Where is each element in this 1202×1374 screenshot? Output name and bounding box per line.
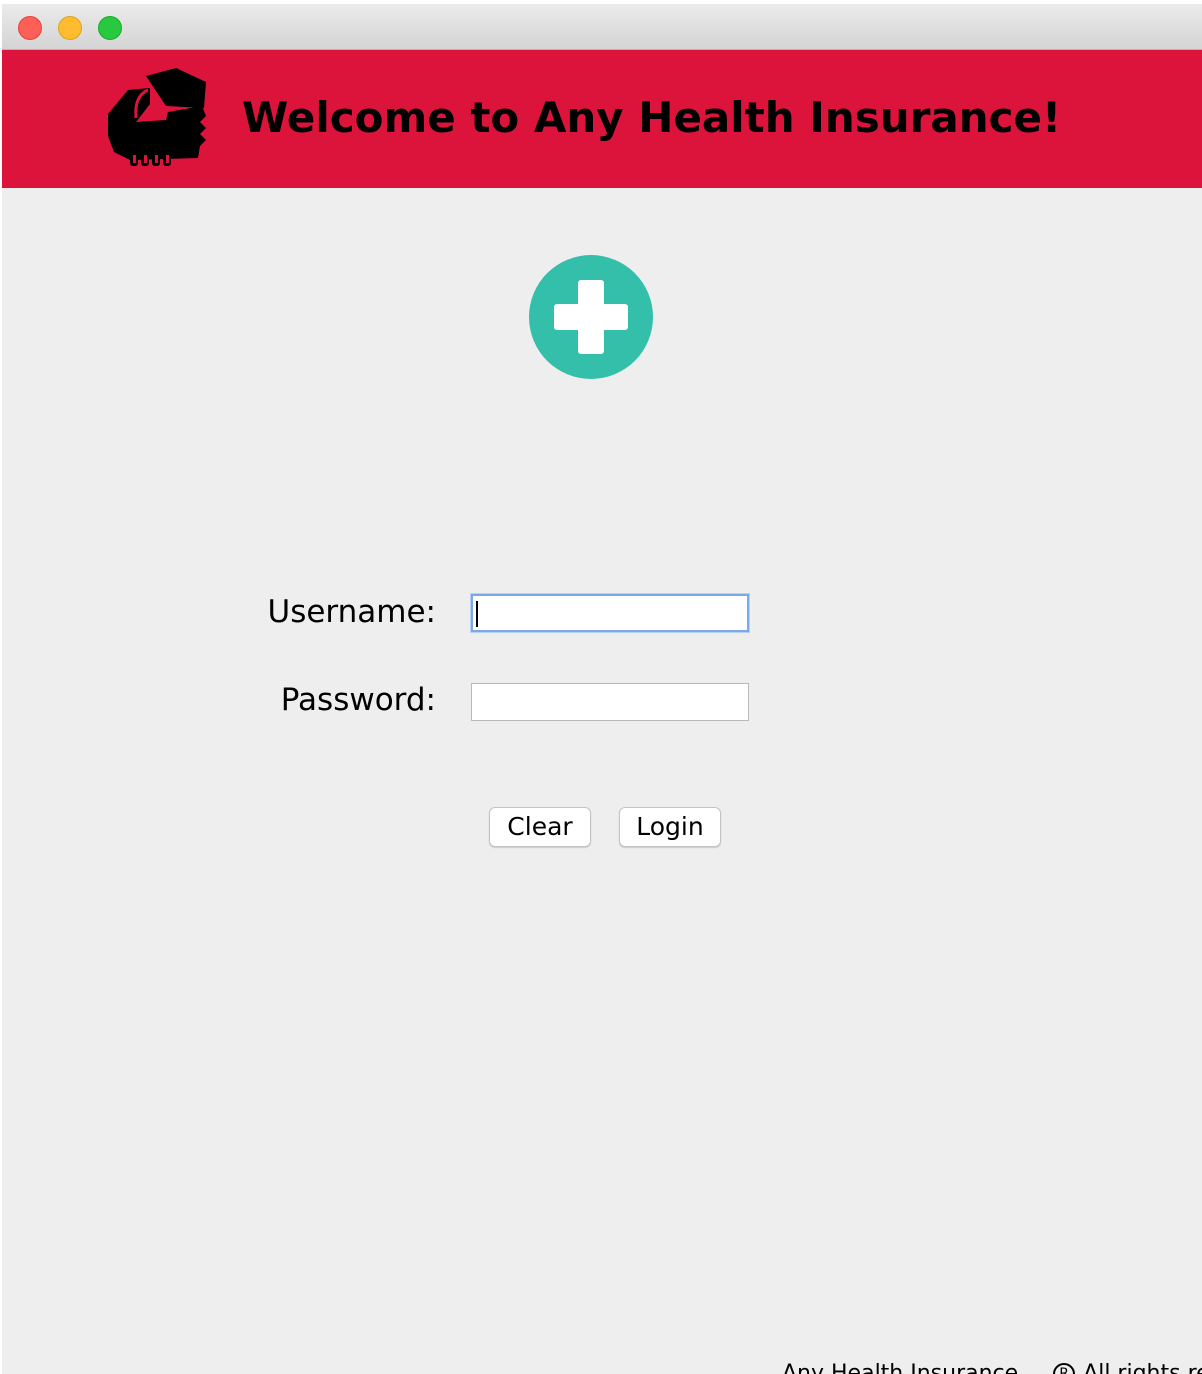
- header-banner: Welcome to Any Health Insurance!: [2, 50, 1202, 188]
- registered-mark-icon: R: [1053, 1363, 1076, 1374]
- close-window-button[interactable]: [18, 16, 42, 40]
- password-label: Password:: [280, 682, 436, 718]
- footer-copyright: Any Health Insurance R All rights reserve…: [782, 1360, 1202, 1374]
- username-input[interactable]: [471, 594, 749, 632]
- minimize-window-button[interactable]: [58, 16, 82, 40]
- text-caret: [476, 601, 478, 627]
- username-label: Username:: [267, 594, 436, 630]
- password-input[interactable]: [471, 683, 749, 721]
- footer-rights: All rights reserved.: [1083, 1361, 1202, 1374]
- app-window: Welcome to Any Health Insurance! Usernam…: [2, 4, 1202, 1374]
- window-titlebar: [2, 4, 1202, 50]
- zoom-window-button[interactable]: [98, 16, 122, 40]
- login-button[interactable]: Login: [619, 807, 721, 847]
- welcome-title: Welcome to Any Health Insurance!: [242, 93, 1062, 142]
- hand-holding-card-icon: [106, 66, 206, 166]
- medical-cross-icon: [528, 254, 654, 380]
- clear-button[interactable]: Clear: [489, 807, 591, 847]
- footer-company: Any Health Insurance: [782, 1361, 1019, 1374]
